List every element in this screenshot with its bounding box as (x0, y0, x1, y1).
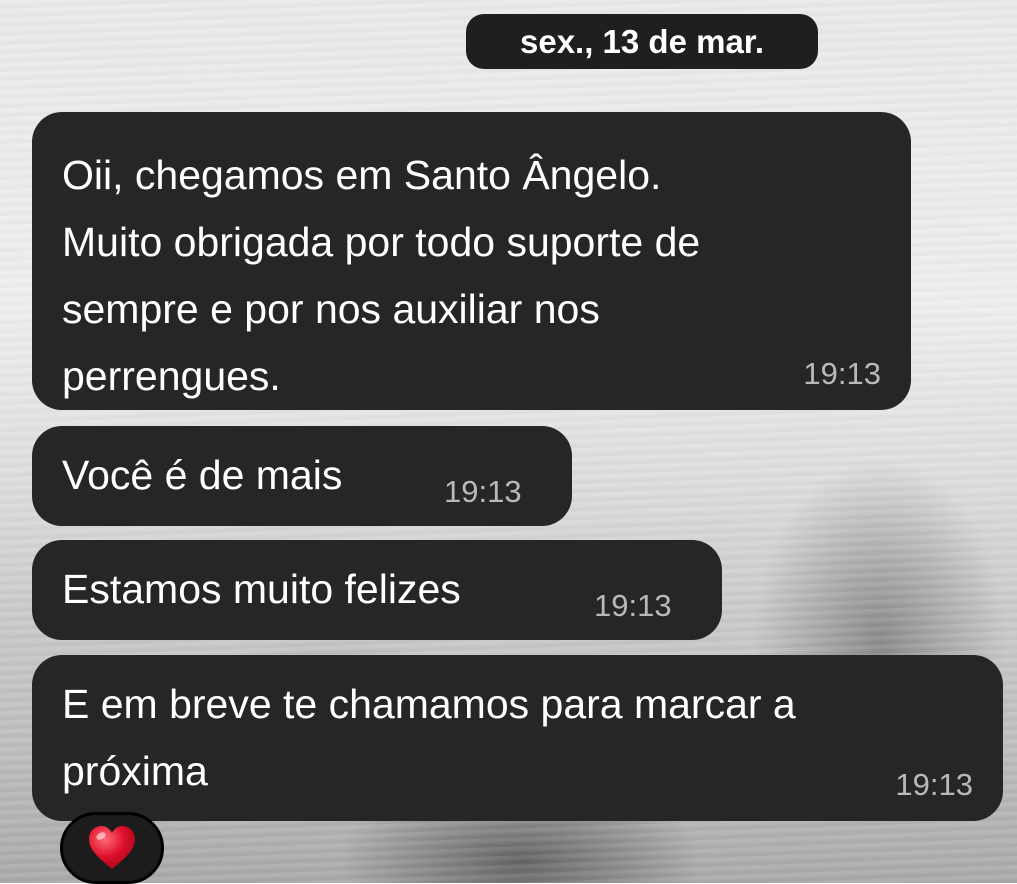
message-bubble[interactable]: Oii, chegamos em Santo Ângelo. Muito obr… (32, 112, 911, 410)
message-bubble[interactable]: Você é de mais 19:13 (32, 426, 572, 526)
message-reaction[interactable] (60, 812, 164, 884)
message-bubble[interactable]: Estamos muito felizes 19:13 (32, 540, 722, 640)
message-timestamp: 19:13 (895, 767, 973, 802)
message-text: Estamos muito felizes (62, 566, 461, 612)
message-text: Oii, chegamos em Santo Ângelo. Muito obr… (62, 152, 701, 399)
message-timestamp: 19:13 (594, 588, 672, 623)
message-text: Você é de mais (62, 452, 343, 498)
date-separator: sex., 13 de mar. (466, 14, 818, 69)
message-timestamp: 19:13 (444, 474, 522, 509)
message-text: E em breve te chamamos para marcar a pró… (62, 681, 796, 794)
message-timestamp: 19:13 (803, 356, 881, 391)
message-bubble[interactable]: E em breve te chamamos para marcar a pró… (32, 655, 1003, 821)
red-heart-icon (89, 826, 135, 869)
